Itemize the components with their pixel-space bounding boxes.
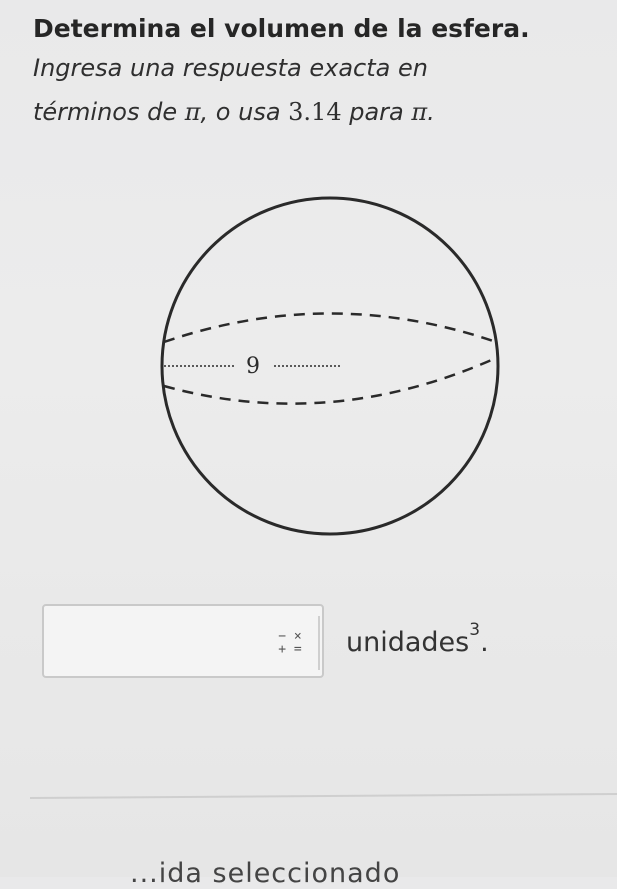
math-keypad-button[interactable]: − × + = bbox=[262, 616, 320, 670]
answer-row: − × + = unidades3. bbox=[42, 604, 602, 686]
instruction-text: términos de bbox=[33, 98, 185, 126]
pi-approximation: 3.14 bbox=[288, 98, 342, 126]
unit-suffix: . bbox=[480, 627, 489, 658]
pi-symbol: π bbox=[411, 98, 428, 126]
unit-label: unidades3. bbox=[346, 620, 489, 658]
section-divider bbox=[30, 792, 617, 800]
instruction-text: , o usa bbox=[200, 98, 289, 126]
unit-text: unidades bbox=[346, 627, 470, 658]
answer-box: − × + = bbox=[42, 604, 324, 678]
unit-exponent: 3 bbox=[469, 620, 481, 640]
question-prompt: Determina el volumen de la esfera. Ingre… bbox=[33, 12, 593, 134]
pi-symbol: π bbox=[184, 98, 201, 126]
sphere-diagram: 9 bbox=[160, 196, 500, 536]
question-instruction-line2: términos de π, o usa 3.14 para π. bbox=[33, 90, 593, 134]
radius-label: 9 bbox=[246, 354, 260, 379]
keypad-icon-bottom: + = bbox=[278, 642, 302, 657]
equator-back bbox=[163, 312, 497, 344]
sphere-figure: 9 bbox=[150, 190, 510, 540]
equator-front bbox=[163, 356, 497, 405]
footer-partial-text: ...ida seleccionado bbox=[130, 858, 401, 889]
instruction-text: para bbox=[341, 98, 412, 126]
instruction-text: . bbox=[427, 98, 435, 126]
question-title: Determina el volumen de la esfera. bbox=[33, 14, 530, 43]
question-instruction-line1: Ingresa una respuesta exacta en bbox=[33, 54, 428, 82]
answer-input[interactable] bbox=[50, 614, 260, 670]
